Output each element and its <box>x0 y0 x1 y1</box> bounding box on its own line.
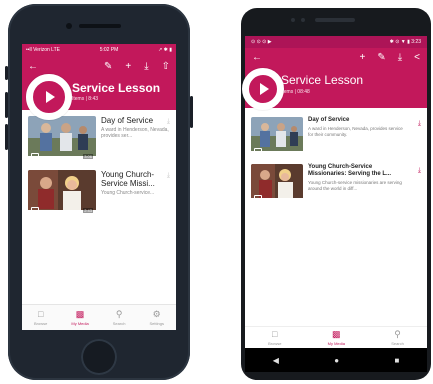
book-icon: □ <box>272 328 278 339</box>
tab-bar: □ Browse ▩ My Media ⚲ Search ⚙ Settings <box>22 304 176 330</box>
volume-up-button <box>5 92 8 118</box>
tab-search[interactable]: ⚲ Search <box>112 308 126 326</box>
item-title: Young Church-Service Missionaries: Servi… <box>308 164 392 178</box>
closed-caption-icon <box>254 148 262 153</box>
list-item[interactable]: 2:43 Young Church-Service Missi... Young… <box>28 170 170 215</box>
media-list: Day of Service A ward in Henderson, Neva… <box>245 108 427 203</box>
back-arrow-icon[interactable]: ← <box>28 62 38 72</box>
playlist-meta: Items | 8:43 <box>72 96 99 102</box>
tab-browse[interactable]: □ Browse <box>34 308 48 326</box>
share-icon[interactable]: ⇧ <box>162 62 170 72</box>
volume-down-button <box>5 124 8 150</box>
play-all-button[interactable] <box>242 68 284 110</box>
share-icon[interactable]: < <box>414 53 420 63</box>
plus-icon[interactable]: + <box>360 53 366 63</box>
item-description: Young Church-service... <box>101 190 155 196</box>
status-bar: ⊙ ⊙ ⊙ ▶ ✱ ⊙ ▼ ▮ 3:23 <box>245 36 427 48</box>
search-icon: ⚲ <box>115 308 123 319</box>
sensor <box>301 18 305 22</box>
tab-label: Search <box>391 340 404 346</box>
page-title: Service Lesson <box>72 81 161 95</box>
front-camera <box>66 23 72 29</box>
carrier-text: ••ll Verizon LTE <box>26 47 60 53</box>
download-icon[interactable]: ⤓ <box>167 172 170 180</box>
tab-my-media[interactable]: ▩ My Media <box>71 308 89 326</box>
tab-label: My Media <box>71 320 89 326</box>
list-item[interactable]: 3:06 Day of Service A ward in Henderson,… <box>28 116 170 161</box>
nav-recents-button[interactable]: ■ <box>394 356 399 365</box>
media-icon: ▩ <box>75 308 85 319</box>
closed-caption-icon <box>31 207 39 212</box>
tab-my-media[interactable]: ▩ My Media <box>327 328 345 346</box>
video-duration: 2:43 <box>83 208 93 213</box>
download-icon[interactable]: ⤓ <box>418 120 421 128</box>
earpiece-speaker <box>315 18 355 22</box>
gear-icon: ⚙ <box>152 308 161 319</box>
play-icon <box>46 91 55 103</box>
tab-label: Browse <box>268 340 282 346</box>
list-item[interactable]: Young Church-Service Missionaries: Servi… <box>251 164 421 203</box>
download-icon[interactable]: ⤓ <box>398 53 402 63</box>
page-title: Service Lesson <box>281 73 364 87</box>
download-icon[interactable]: ⤓ <box>167 118 170 126</box>
front-camera <box>291 18 295 22</box>
download-icon[interactable]: ⤓ <box>418 167 421 175</box>
download-icon[interactable]: ⤓ <box>144 62 148 72</box>
power-button <box>190 96 193 128</box>
status-bar: ••ll Verizon LTE 5:02 PM ↗ ✱ ▮ <box>22 44 176 56</box>
video-thumbnail[interactable]: 3:06 <box>28 116 96 161</box>
toolbar: ← + ✎ ⤓ < <box>245 48 427 68</box>
video-thumbnail[interactable]: 2:43 <box>28 170 96 215</box>
video-thumbnail[interactable] <box>251 164 303 203</box>
search-icon: ⚲ <box>394 328 401 339</box>
tab-label: Search <box>112 320 126 326</box>
book-icon: □ <box>37 308 44 319</box>
tab-label: Settings <box>149 320 164 326</box>
status-icons: ↗ ✱ ▮ <box>158 47 172 53</box>
pencil-icon[interactable]: ✎ <box>377 53 385 63</box>
video-thumbnail[interactable] <box>251 117 303 156</box>
item-description: Young Church-service missionaries are se… <box>308 180 402 192</box>
nav-back-button[interactable]: ◀ <box>273 356 279 365</box>
pencil-icon[interactable]: ✎ <box>104 62 112 72</box>
tab-label: My Media <box>327 340 345 346</box>
item-title: Day of Service <box>308 117 350 123</box>
comparison-stage: ••ll Verizon LTE 5:02 PM ↗ ✱ ▮ ← ✎ + ⤓ ⇧… <box>0 0 433 384</box>
tab-label: Browse <box>34 320 48 326</box>
status-icons: ✱ ⊙ ▼ ▮ <box>389 39 410 45</box>
closed-caption-icon <box>254 195 262 200</box>
play-icon <box>260 83 269 95</box>
playlist-meta: Items | 08:48 <box>281 89 310 95</box>
closed-caption-icon <box>31 153 39 158</box>
earpiece-speaker <box>79 24 121 28</box>
back-arrow-icon[interactable]: ← <box>252 53 262 63</box>
list-item[interactable]: Day of Service A ward in Henderson, Neva… <box>251 117 421 156</box>
tab-search[interactable]: ⚲ Search <box>391 328 404 346</box>
notification-icons: ⊙ ⊙ ⊙ ▶ <box>251 39 272 45</box>
plus-icon[interactable]: + <box>125 62 131 72</box>
clock-text: 3:23 <box>411 39 421 45</box>
media-list: 3:06 Day of Service A ward in Henderson,… <box>22 110 176 215</box>
home-button[interactable] <box>81 339 117 375</box>
nav-home-button[interactable]: ● <box>334 356 339 365</box>
tab-bar: □ Browse ▩ My Media ⚲ Search <box>245 326 427 348</box>
iphone-device: ••ll Verizon LTE 5:02 PM ↗ ✱ ▮ ← ✎ + ⤓ ⇧… <box>5 4 193 380</box>
video-duration: 3:06 <box>83 154 93 159</box>
item-title: Young Church-Service Missi... <box>101 170 155 188</box>
item-description: A ward in Henderson, Nevada, provides se… <box>101 127 169 140</box>
media-icon: ▩ <box>332 328 341 339</box>
item-title: Day of Service <box>101 116 154 125</box>
item-description: A ward in Henderson, Nevada, provides se… <box>308 126 403 138</box>
android-device: ⊙ ⊙ ⊙ ▶ ✱ ⊙ ▼ ▮ 3:23 ← + ✎ ⤓ < Service L… <box>241 8 431 380</box>
tab-browse[interactable]: □ Browse <box>268 328 282 346</box>
play-all-button[interactable] <box>26 74 72 120</box>
mute-switch <box>5 66 8 80</box>
clock-text: 5:02 PM <box>99 47 119 53</box>
tab-settings[interactable]: ⚙ Settings <box>149 308 164 326</box>
system-nav-bar: ◀ ● ■ <box>245 348 427 372</box>
